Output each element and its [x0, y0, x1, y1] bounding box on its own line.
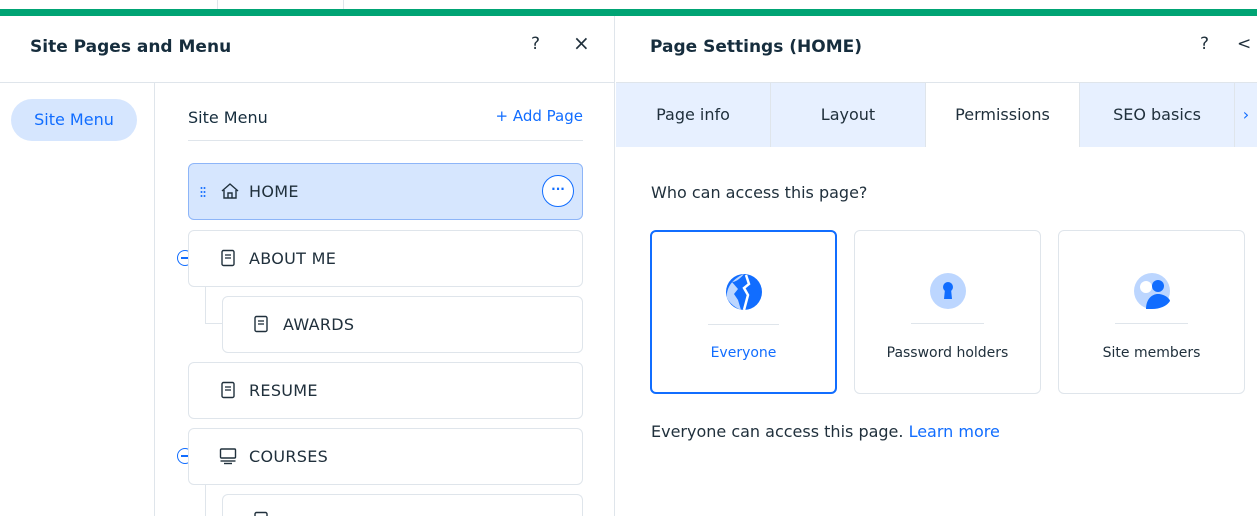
more-actions-button[interactable]: ··· [542, 175, 574, 207]
page-item-about-me[interactable]: ABOUT ME [188, 230, 583, 287]
card-divider [1115, 323, 1188, 324]
close-icon[interactable]: × [573, 31, 590, 55]
panel-title: Site Pages and Menu [30, 37, 232, 57]
page-item-home[interactable]: HOME ··· [188, 163, 583, 220]
tree-title: Site Menu [188, 108, 268, 127]
option-label: Everyone [710, 345, 777, 361]
tree-connector [205, 485, 206, 516]
page-item-partial[interactable] [222, 494, 583, 516]
settings-tabs: Page info Layout Permissions SEO basics … [616, 83, 1257, 147]
page-item-courses[interactable]: COURSES [188, 428, 583, 485]
card-divider [708, 324, 779, 325]
top-bar-stripe [0, 9, 1257, 16]
keyhole-icon [929, 273, 966, 309]
top-bar-divider [217, 0, 218, 9]
side-nav: Site Menu [0, 83, 155, 516]
page-item-resume[interactable]: RESUME [188, 362, 583, 419]
page-settings-panel: Page Settings (HOME) ? < Page info Layou… [616, 16, 1257, 516]
add-page-button[interactable]: + Add Page [496, 107, 583, 125]
permission-option-site-members[interactable]: Site members [1058, 230, 1245, 394]
option-label: Password holders [886, 345, 1009, 361]
permission-option-everyone[interactable]: Everyone [650, 230, 837, 394]
page-label: AWARDS [283, 315, 355, 334]
page-icon [221, 381, 235, 399]
page-item-awards[interactable]: AWARDS [222, 296, 583, 353]
home-icon [221, 183, 239, 199]
page-icon [221, 249, 235, 267]
page-label: COURSES [249, 447, 329, 466]
pages-tree: Site Menu + Add Page HOME ··· ABOUT ME A… [155, 83, 614, 516]
learn-more-link[interactable]: Learn more [909, 422, 1000, 441]
access-info-text: Everyone can access this page. [651, 422, 904, 441]
tab-layout[interactable]: Layout [771, 83, 926, 147]
tree-divider [188, 140, 583, 141]
page-settings-title: Page Settings (HOME) [650, 37, 863, 57]
tabs-scroll-right-icon[interactable]: › [1235, 83, 1257, 147]
members-icon [1133, 273, 1170, 309]
tree-connector [205, 323, 222, 324]
back-icon[interactable]: < [1237, 34, 1251, 54]
side-nav-item-site-menu[interactable]: Site Menu [11, 99, 137, 141]
permission-option-password-holders[interactable]: Password holders [854, 230, 1041, 394]
editor-top-bar [0, 0, 1257, 16]
globe-icon [725, 274, 762, 311]
help-icon[interactable]: ? [1200, 34, 1209, 54]
page-label: HOME [249, 182, 299, 201]
access-question: Who can access this page? [651, 183, 868, 202]
drag-handle-icon[interactable] [200, 186, 206, 198]
tab-permissions[interactable]: Permissions [926, 83, 1080, 147]
tab-seo-basics[interactable]: SEO basics [1080, 83, 1235, 147]
option-label: Site members [1102, 345, 1201, 361]
page-icon [254, 511, 268, 516]
page-settings-header: Page Settings (HOME) ? < [616, 16, 1257, 83]
top-bar-divider [343, 0, 344, 9]
card-divider [911, 323, 984, 324]
monitor-icon [219, 448, 237, 465]
tab-page-info[interactable]: Page info [616, 83, 771, 147]
site-pages-panel: Site Pages and Menu ? × Site Menu Site M… [0, 16, 615, 516]
page-label: ABOUT ME [249, 249, 337, 268]
page-label: RESUME [249, 381, 318, 400]
site-pages-header: Site Pages and Menu ? × [0, 16, 614, 83]
page-icon [254, 315, 268, 333]
access-info: Everyone can access this page. Learn mor… [651, 422, 1000, 441]
help-icon[interactable]: ? [531, 34, 540, 54]
tree-connector [205, 287, 206, 324]
